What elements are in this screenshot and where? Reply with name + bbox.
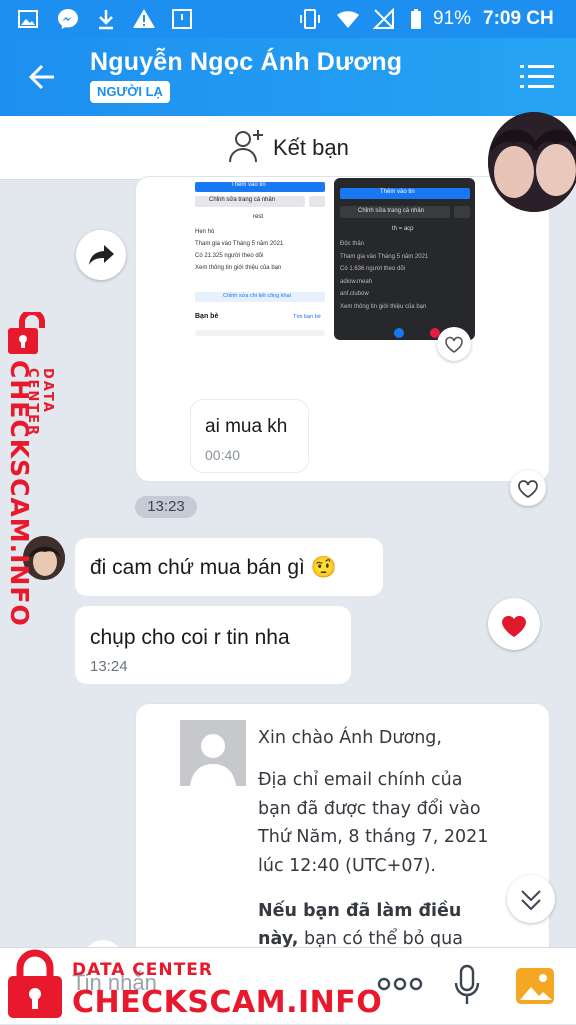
message-text: chụp cho coi r tin nha [90,626,290,649]
watermark-text: CHECKSCAM.INFO [5,360,34,627]
message-bubble-1[interactable]: ai mua kh 00:40 [191,400,308,472]
email-greeting: Xin chào Ánh Dương, [258,728,442,748]
status-bar: 91% 7:09 CH [0,0,576,38]
battery-percent: 91% [433,8,472,29]
image-picker-icon[interactable] [514,966,556,1006]
battery-icon [411,9,421,29]
time-separator: 13:23 [135,496,197,518]
forward-icon[interactable] [76,230,126,280]
microphone-icon[interactable] [452,963,482,1007]
email-bold-line: Nếu bạn đã làm điều [258,901,462,921]
watermark-text: DATA CENTER [72,960,213,980]
message-bubble-2[interactable]: đi cam chứ mua bán gì 🤨 [75,538,383,596]
watermark-text: DATA CENTER [25,368,55,438]
contact-name[interactable]: Nguyễn Ngọc Ánh Dương [90,48,402,77]
default-avatar [180,720,246,786]
message-time: 13:24 [90,658,128,675]
stranger-badge: NGƯỜI LẠ [90,81,170,103]
vibrate-icon [300,9,320,29]
gallery-notification-icon [18,10,38,28]
contact-avatar[interactable] [488,112,576,212]
message-text: ai mua kh [205,416,288,437]
more-options-icon[interactable] [376,970,424,998]
warning-notification-icon [133,9,155,28]
menu-icon[interactable] [520,64,554,90]
watermark-lock-logo [6,948,64,1020]
like-heart-icon[interactable] [437,327,471,361]
add-friend-icon[interactable] [228,128,266,164]
reaction-heart-icon[interactable] [488,598,540,650]
email-line: này, bạn có thể bỏ qua [258,929,463,949]
app-notification-icon [172,9,192,29]
wifi-icon [337,11,359,28]
like-heart-icon[interactable] [510,470,546,506]
download-notification-icon [99,10,113,30]
email-line: Thứ Năm, 8 tháng 7, 2021 [258,827,489,847]
email-line: bạn đã được thay đổi vào [258,799,481,819]
profile-screenshot-dark[interactable]: Thêm vào tin Chỉnh sửa trang cá nhân th … [334,178,475,340]
message-bubble-3[interactable]: chụp cho coi r tin nha 13:24 [75,606,351,684]
watermark-lock-logo [4,309,60,356]
watermark-text: CHECKSCAM.INFO [72,985,383,1020]
profile-screenshot-light[interactable]: Thêm vào tin Chỉnh sửa trang cá nhân res… [191,178,329,340]
add-friend-label[interactable]: Kết bạn [273,135,349,161]
no-signal-icon [372,7,394,29]
back-arrow-icon[interactable] [24,60,64,94]
message-text: đi cam chứ mua bán gì 🤨 [90,556,337,579]
message-time: 00:40 [205,447,241,463]
clock: 7:09 CH [483,8,554,29]
scroll-down-icon[interactable] [507,875,555,923]
email-line: lúc 12:40 (UTC+07). [258,856,436,876]
messenger-notification-icon [58,9,78,29]
email-line: Địa chỉ email chính của [258,770,463,790]
